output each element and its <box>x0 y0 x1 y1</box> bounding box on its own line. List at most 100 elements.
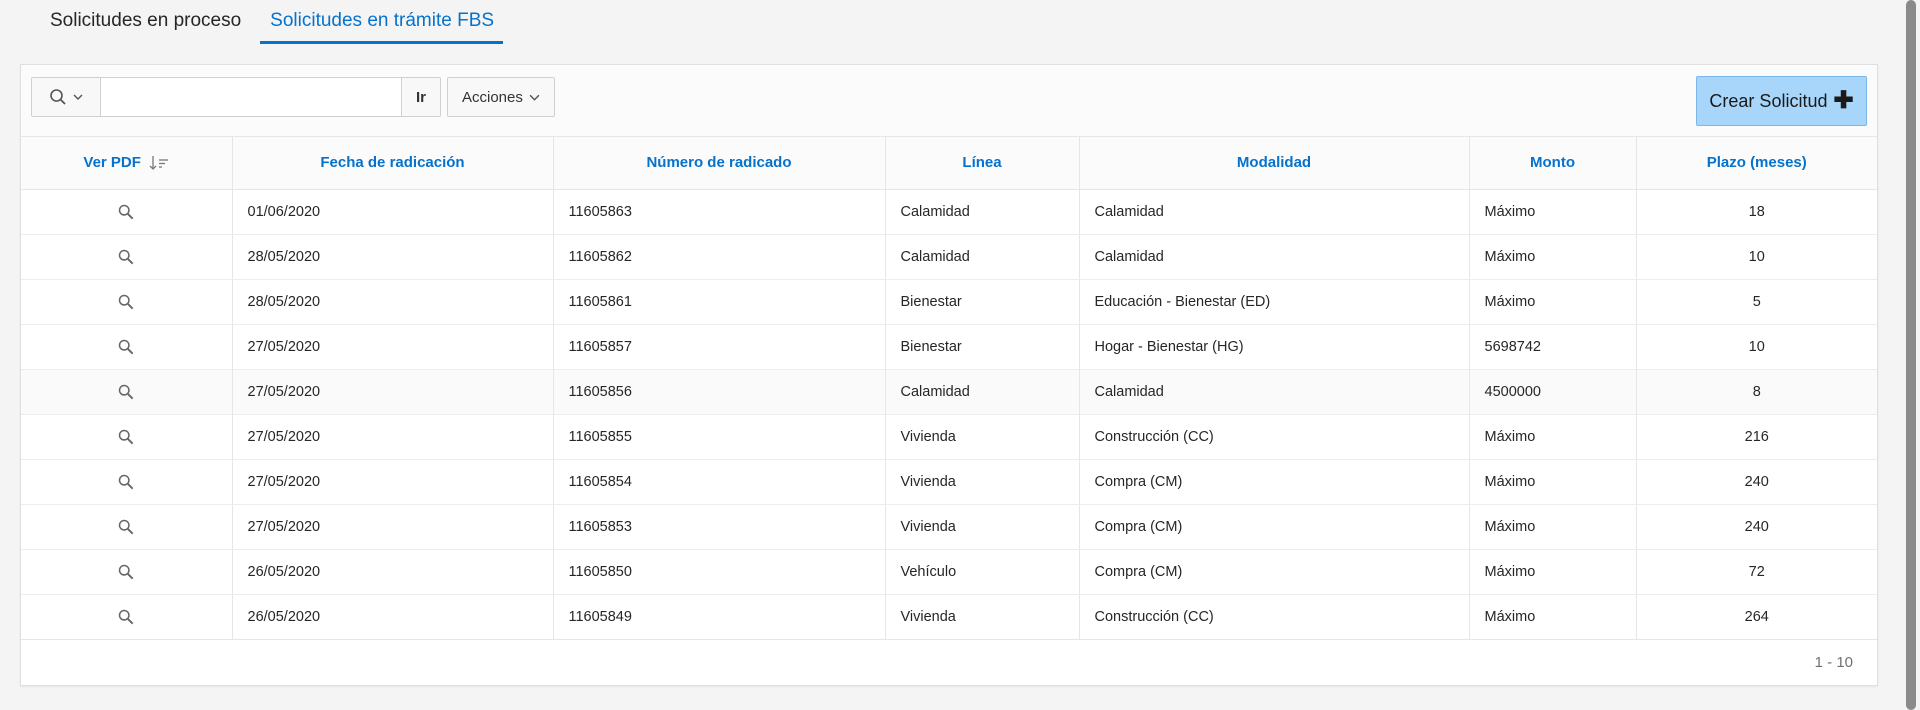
fecha-cell: 27/05/2020 <box>232 414 554 460</box>
fecha-cell: 28/05/2020 <box>232 234 554 280</box>
plazo-cell: 10 <box>1636 234 1877 280</box>
table-row: 01/06/2020 11605863 Calamidad Calamidad Máxi… <box>21 189 1877 235</box>
actions-label: Acciones <box>462 88 523 106</box>
modalidad-cell: Compra (CM) <box>1079 459 1470 505</box>
column-header-linea[interactable]: Línea <box>885 137 1080 190</box>
monto-cell: Máximo <box>1469 594 1637 640</box>
magnifier-icon[interactable] <box>118 564 134 580</box>
magnifier-icon[interactable] <box>118 474 134 490</box>
modalidad-cell: Hogar - Bienestar (HG) <box>1079 324 1470 370</box>
ver-pdf-cell <box>21 414 233 460</box>
plazo-cell: 8 <box>1636 369 1877 415</box>
linea-cell: Vehículo <box>885 549 1080 595</box>
ver-pdf-cell <box>21 369 233 415</box>
table-row: 27/05/2020 11605856 Calamidad Calamidad 4500… <box>21 369 1877 415</box>
monto-cell: 4500000 <box>1469 369 1637 415</box>
actions-menu-button[interactable]: Acciones <box>447 77 555 117</box>
magnifier-icon[interactable] <box>118 339 134 355</box>
monto-cell: Máximo <box>1469 549 1637 595</box>
column-header-fecha[interactable]: Fecha de radicación <box>232 137 554 190</box>
tab-solicitudes-en-proceso[interactable]: Solicitudes en proceso <box>20 0 250 44</box>
create-request-button[interactable]: Crear Solicitud ✚ <box>1696 76 1867 126</box>
search-icon <box>50 89 66 105</box>
monto-cell: Máximo <box>1469 189 1637 235</box>
numero-cell: 11605857 <box>553 324 886 370</box>
fecha-cell: 26/05/2020 <box>232 549 554 595</box>
plazo-cell: 240 <box>1636 459 1877 505</box>
ver-pdf-cell <box>21 594 233 640</box>
ver-pdf-cell <box>21 459 233 505</box>
magnifier-icon[interactable] <box>118 249 134 265</box>
modalidad-cell: Construcción (CC) <box>1079 414 1470 460</box>
modalidad-cell: Calamidad <box>1079 189 1470 235</box>
column-header-plazo[interactable]: Plazo (meses) <box>1636 137 1877 190</box>
scrollbar-thumb[interactable] <box>1906 0 1916 710</box>
modalidad-cell: Educación - Bienestar (ED) <box>1079 279 1470 325</box>
table-row: 28/05/2020 11605862 Calamidad Calamidad Máxi… <box>21 234 1877 280</box>
table-row: 26/05/2020 11605850 Vehículo Compra (CM) Máx… <box>21 549 1877 595</box>
table-header-row: Ver PDF Fecha de radicación Número de ra… <box>21 137 1877 190</box>
page-scrollbar[interactable] <box>1903 0 1920 710</box>
column-header-numero[interactable]: Número de radicado <box>553 137 886 190</box>
report-panel: Ir Acciones Crear Solicitud ✚ Ver PDF Fe… <box>20 64 1878 686</box>
magnifier-icon[interactable] <box>118 609 134 625</box>
plazo-cell: 216 <box>1636 414 1877 460</box>
search-input[interactable] <box>101 77 401 117</box>
magnifier-icon[interactable] <box>118 294 134 310</box>
numero-cell: 11605856 <box>553 369 886 415</box>
table-row: 28/05/2020 11605861 Bienestar Educación - B… <box>21 279 1877 325</box>
table-row: 27/05/2020 11605854 Vivienda Compra (CM) Máx… <box>21 459 1877 505</box>
sort-descending-icon <box>149 156 169 171</box>
table-row: 27/05/2020 11605857 Bienestar Hogar - Biene… <box>21 324 1877 370</box>
tab-solicitudes-en-tramite-fbs[interactable]: Solicitudes en trámite FBS <box>260 0 504 44</box>
monto-cell: Máximo <box>1469 459 1637 505</box>
go-button[interactable]: Ir <box>401 77 441 117</box>
magnifier-icon[interactable] <box>118 429 134 445</box>
pagination-footer: 1 - 10 <box>21 639 1877 685</box>
requests-table: Ver PDF Fecha de radicación Número de ra… <box>21 137 1877 640</box>
monto-cell: 5698742 <box>1469 324 1637 370</box>
table-row: 27/05/2020 11605853 Vivienda Compra (CM) Máx… <box>21 504 1877 550</box>
linea-cell: Bienestar <box>885 324 1080 370</box>
monto-cell: Máximo <box>1469 414 1637 460</box>
fecha-cell: 26/05/2020 <box>232 594 554 640</box>
numero-cell: 11605861 <box>553 279 886 325</box>
modalidad-cell: Construcción (CC) <box>1079 594 1470 640</box>
plazo-cell: 72 <box>1636 549 1877 595</box>
column-header-ver-pdf[interactable]: Ver PDF <box>21 137 233 190</box>
linea-cell: Vivienda <box>885 414 1080 460</box>
magnifier-icon[interactable] <box>118 204 134 220</box>
linea-cell: Calamidad <box>885 369 1080 415</box>
fecha-cell: 27/05/2020 <box>232 324 554 370</box>
create-request-label: Crear Solicitud <box>1709 90 1828 111</box>
tab-bar: Solicitudes en proceso Solicitudes en tr… <box>20 0 1880 46</box>
plazo-cell: 5 <box>1636 279 1877 325</box>
modalidad-cell: Compra (CM) <box>1079 549 1470 595</box>
search-column-selector[interactable] <box>31 77 101 117</box>
numero-cell: 11605850 <box>553 549 886 595</box>
table-row: 26/05/2020 11605849 Vivienda Construcción (… <box>21 594 1877 640</box>
numero-cell: 11605863 <box>553 189 886 235</box>
pagination-range: 1 - 10 <box>1814 654 1853 671</box>
column-header-monto[interactable]: Monto <box>1469 137 1637 190</box>
numero-cell: 11605862 <box>553 234 886 280</box>
fecha-cell: 28/05/2020 <box>232 279 554 325</box>
plus-icon: ✚ <box>1833 87 1854 114</box>
fecha-cell: 27/05/2020 <box>232 459 554 505</box>
numero-cell: 11605854 <box>553 459 886 505</box>
ver-pdf-cell <box>21 234 233 280</box>
modalidad-cell: Compra (CM) <box>1079 504 1470 550</box>
linea-cell: Calamidad <box>885 189 1080 235</box>
ver-pdf-cell <box>21 324 233 370</box>
column-header-modalidad[interactable]: Modalidad <box>1079 137 1470 190</box>
plazo-cell: 240 <box>1636 504 1877 550</box>
chevron-down-icon <box>73 94 83 100</box>
fecha-cell: 27/05/2020 <box>232 369 554 415</box>
plazo-cell: 10 <box>1636 324 1877 370</box>
ver-pdf-cell <box>21 189 233 235</box>
fecha-cell: 01/06/2020 <box>232 189 554 235</box>
ver-pdf-cell <box>21 279 233 325</box>
search-group: Ir Acciones <box>31 77 555 117</box>
magnifier-icon[interactable] <box>118 384 134 400</box>
magnifier-icon[interactable] <box>118 519 134 535</box>
